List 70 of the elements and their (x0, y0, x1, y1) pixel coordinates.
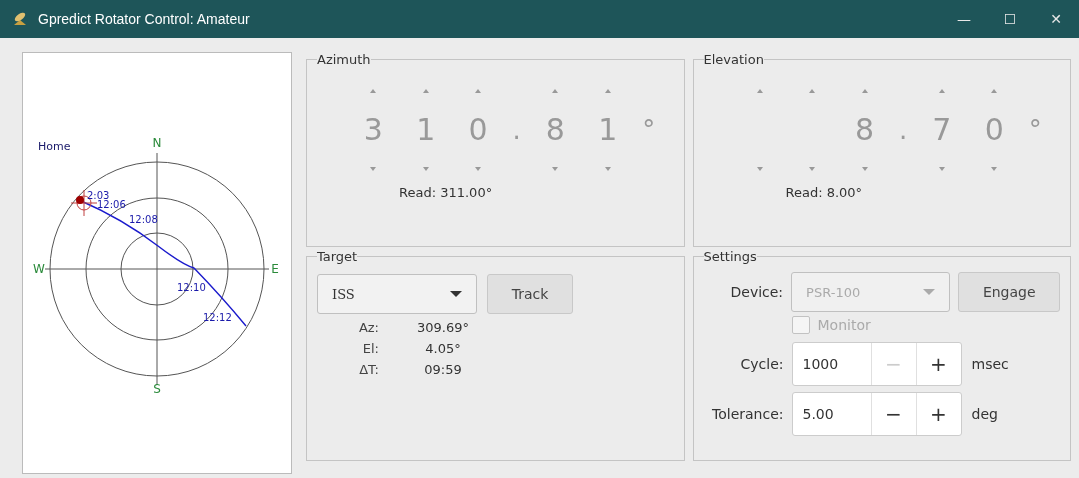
caret-icon (450, 291, 462, 297)
field-label: Device: (729, 284, 784, 300)
close-button[interactable]: ✕ (1033, 11, 1079, 27)
decrease-arrow-icon[interactable] (938, 167, 945, 171)
increase-arrow-icon[interactable] (422, 89, 429, 93)
decrease-arrow-icon[interactable] (756, 167, 763, 171)
increase-arrow-icon[interactable] (604, 89, 611, 93)
decrease-arrow-icon[interactable] (422, 167, 429, 171)
time-label: 12:10 (177, 282, 206, 293)
unit-label: msec (971, 356, 1009, 372)
increase-arrow-icon[interactable] (809, 89, 816, 93)
time-label: 2:03 (87, 190, 110, 201)
decrease-arrow-icon[interactable] (809, 167, 816, 171)
field-label: Tolerance: (711, 406, 784, 422)
field-label: El: (361, 341, 379, 356)
caret-icon (923, 289, 936, 295)
increase-arrow-icon[interactable] (475, 89, 482, 93)
panel-title: Elevation (703, 52, 764, 67)
increase-arrow-icon[interactable] (861, 89, 868, 93)
engage-button[interactable]: Engage (958, 272, 1060, 312)
degree-sign: ° (1028, 115, 1042, 145)
satellite-dropdown[interactable]: ISS (317, 274, 477, 314)
time-label: 12:12 (203, 312, 232, 323)
compass-label: E (271, 262, 279, 276)
digit: 1 (416, 111, 436, 149)
increase-arrow-icon[interactable] (756, 89, 763, 93)
panel-title: Azimuth (317, 52, 371, 67)
field-value: 309.69° (416, 320, 470, 335)
field-value: 4.05° (424, 341, 462, 356)
decrease-arrow-icon[interactable] (552, 167, 559, 171)
window-title: Gpredict Rotator Control: Amateur (38, 11, 251, 27)
decrease-arrow-icon[interactable] (991, 167, 998, 171)
field-value: 09:59 (423, 362, 463, 377)
compass-label: S (153, 382, 161, 396)
satellite-dish-icon (12, 11, 28, 27)
panel-title: Settings (703, 249, 757, 264)
read-value: Read: 311.00° (398, 185, 494, 200)
decrease-arrow-icon[interactable] (604, 167, 611, 171)
increase-arrow-icon[interactable] (991, 89, 998, 93)
time-label: 12:06 (97, 199, 126, 210)
panel-title: Target (317, 249, 358, 264)
field-label: Cycle: (739, 356, 784, 372)
digit: 0 (468, 111, 488, 149)
home-label: Home (38, 140, 71, 153)
time-label: 12:08 (129, 214, 158, 225)
track-button[interactable]: Track (487, 274, 573, 314)
increase-arrow-icon[interactable] (552, 89, 559, 93)
decrease-arrow-icon[interactable] (370, 167, 377, 171)
checkbox-label: Monitor (817, 317, 871, 333)
minimize-button[interactable]: — (941, 11, 987, 27)
digit: 7 (932, 111, 952, 149)
read-value: Read: 8.00° (784, 185, 864, 200)
decimal-point: . (899, 115, 908, 145)
decimal-point: . (512, 115, 521, 145)
unit-label: deg (971, 406, 998, 422)
digit: 0 (984, 111, 1004, 149)
digit: 8 (855, 111, 875, 149)
digit: 8 (545, 111, 565, 149)
increase-arrow-icon[interactable] (938, 89, 945, 93)
compass-label: N (152, 136, 162, 150)
compass-label: W (33, 262, 45, 276)
decrease-arrow-icon[interactable] (861, 167, 868, 171)
degree-sign: ° (642, 115, 656, 145)
field-label: ΔT: (358, 362, 379, 377)
digit: 1 (598, 111, 618, 149)
field-label: Az: (357, 320, 379, 335)
increase-arrow-icon[interactable] (370, 89, 377, 93)
decrease-arrow-icon[interactable] (475, 167, 482, 171)
digit: 3 (363, 111, 383, 149)
maximize-button[interactable]: ☐ (987, 11, 1033, 27)
